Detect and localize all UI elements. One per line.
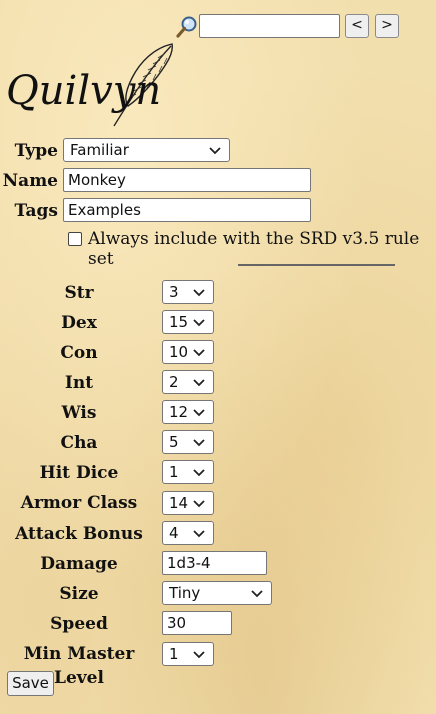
svg-text:Quilvyn: Quilvyn <box>6 68 161 114</box>
type-select-value: Familiar <box>70 141 129 159</box>
size-select[interactable]: Tiny <box>162 581 272 605</box>
con-value: 10 <box>169 343 189 361</box>
dex-value: 15 <box>169 313 189 331</box>
tags-input[interactable]: Examples <box>63 198 311 222</box>
cha-value: 5 <box>169 433 179 451</box>
name-label: Name <box>2 171 58 191</box>
chevron-down-icon <box>193 409 205 417</box>
wis-label: Wis <box>61 403 97 423</box>
con-label: Con <box>60 343 98 363</box>
chevron-down-icon <box>193 469 205 477</box>
damage-label: Damage <box>40 554 118 574</box>
save-button[interactable]: Save <box>7 671 54 696</box>
quilvyn-logo: Quilvyn <box>6 43 173 127</box>
int-label: Int <box>64 373 94 393</box>
chevron-down-icon <box>251 590 263 598</box>
dex-label: Dex <box>61 313 97 333</box>
min-master-level-value: 1 <box>169 645 179 663</box>
cha-label: Cha <box>60 433 98 453</box>
damage-input[interactable]: 1d3-4 <box>162 551 267 575</box>
always-include-checkbox[interactable] <box>68 232 82 246</box>
chevron-down-icon <box>193 651 205 659</box>
always-include-label: Always include with the SRD v3.5 rule se… <box>88 229 420 269</box>
int-select[interactable]: 2 <box>162 370 214 394</box>
armor-class-label: Armor Class <box>20 493 138 513</box>
hit-dice-select[interactable]: 1 <box>162 460 214 484</box>
chevron-down-icon <box>193 349 205 357</box>
chevron-down-icon <box>193 319 205 327</box>
chevron-down-icon <box>193 500 205 508</box>
type-select[interactable]: Familiar <box>63 138 230 162</box>
divider <box>238 264 395 266</box>
size-label: Size <box>59 584 99 604</box>
str-select[interactable]: 3 <box>162 280 214 304</box>
search-icon[interactable] <box>175 15 199 39</box>
str-label: Str <box>64 283 94 303</box>
cha-select[interactable]: 5 <box>162 430 214 454</box>
int-value: 2 <box>169 373 179 391</box>
wis-value: 12 <box>169 403 189 421</box>
chevron-down-icon <box>193 439 205 447</box>
search-input[interactable] <box>199 14 340 38</box>
attack-bonus-label: Attack Bonus <box>15 524 143 544</box>
speed-label: Speed <box>50 614 108 634</box>
chevron-down-icon <box>209 147 221 155</box>
hit-dice-value: 1 <box>169 463 179 481</box>
armor-class-select[interactable]: 14 <box>162 491 214 515</box>
type-label: Type <box>14 141 58 161</box>
hit-dice-label: Hit Dice <box>39 463 119 483</box>
tags-label: Tags <box>14 201 59 221</box>
min-master-level-select[interactable]: 1 <box>162 642 214 666</box>
previous-button[interactable]: < <box>345 14 369 38</box>
str-value: 3 <box>169 283 179 301</box>
dex-select[interactable]: 15 <box>162 310 214 334</box>
attack-bonus-value: 4 <box>169 524 179 542</box>
chevron-down-icon <box>193 289 205 297</box>
armor-class-value: 14 <box>169 494 189 512</box>
speed-input[interactable]: 30 <box>162 611 232 635</box>
size-value: Tiny <box>169 584 201 602</box>
chevron-down-icon <box>193 379 205 387</box>
next-button[interactable]: > <box>375 14 399 38</box>
name-input[interactable]: Monkey <box>63 168 311 192</box>
con-select[interactable]: 10 <box>162 340 214 364</box>
chevron-down-icon <box>193 530 205 538</box>
wis-select[interactable]: 12 <box>162 400 214 424</box>
attack-bonus-select[interactable]: 4 <box>162 521 214 545</box>
